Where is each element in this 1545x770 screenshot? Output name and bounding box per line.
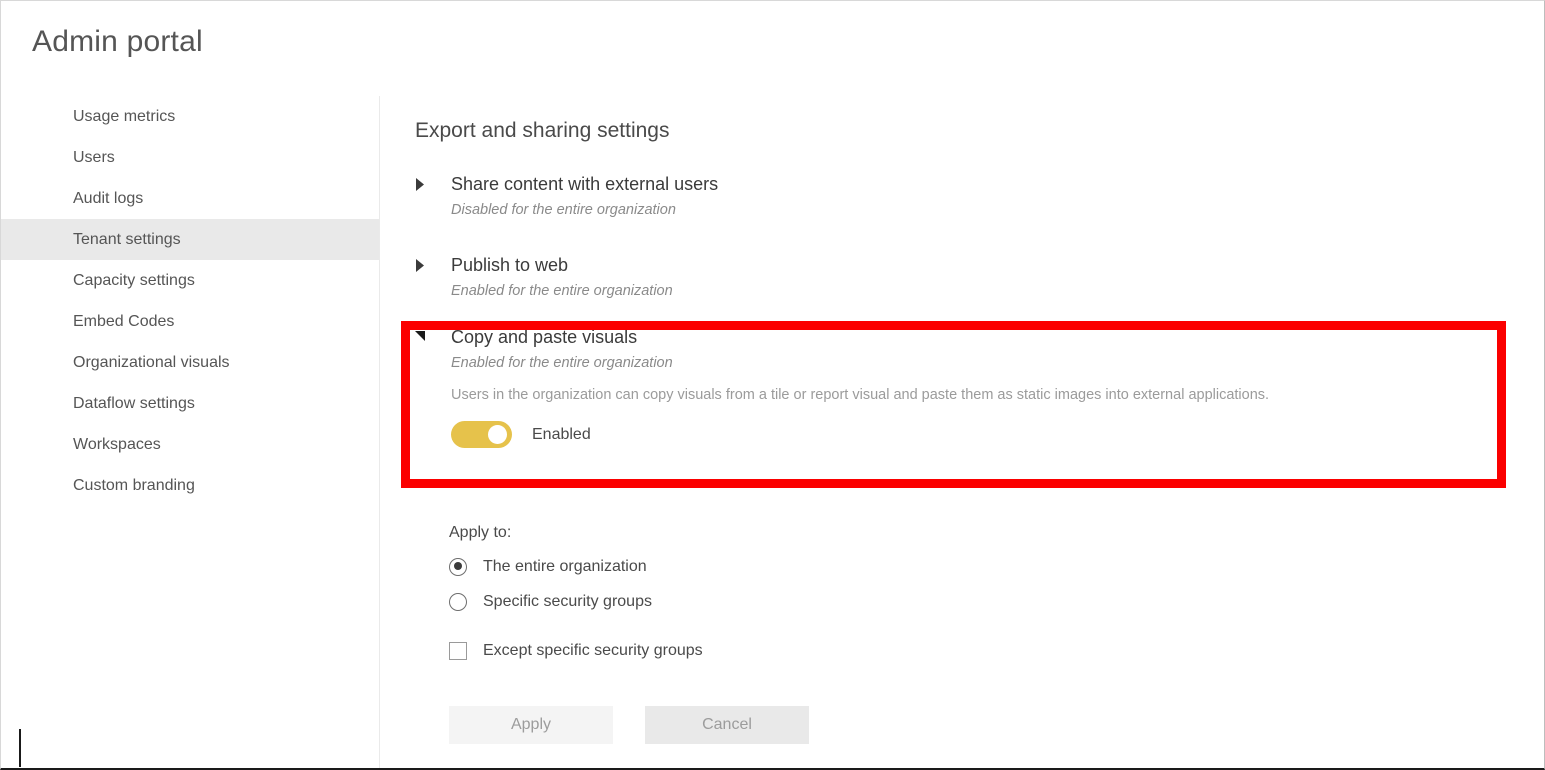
toggle-label: Enabled	[532, 425, 591, 443]
checkbox-except-specific-security-groups[interactable]: Except specific security groups	[449, 636, 703, 665]
setting-share-content-with-external-users: Share content with external users Disabl…	[415, 172, 718, 220]
sidebar-item-organizational-visuals[interactable]: Organizational visuals	[1, 342, 379, 383]
checkbox-unchecked-icon[interactable]	[449, 641, 467, 660]
sidebar-item-users[interactable]: Users	[1, 137, 379, 178]
chevron-down-icon[interactable]	[415, 331, 429, 343]
section-title: Export and sharing settings	[415, 119, 670, 142]
sidebar-item-label: Users	[73, 148, 115, 166]
setting-header[interactable]: Copy and paste visuals Enabled for the e…	[415, 325, 1269, 373]
radio-option-entire-organization[interactable]: The entire organization	[449, 552, 703, 581]
sidebar-item-embed-codes[interactable]: Embed Codes	[1, 301, 379, 342]
sidebar-item-capacity-settings[interactable]: Capacity settings	[1, 260, 379, 301]
sidebar-item-label: Tenant settings	[73, 230, 181, 248]
setting-name: Publish to web	[451, 255, 569, 275]
toggle-knob	[488, 425, 507, 444]
sidebar-item-tenant-settings[interactable]: Tenant settings	[1, 219, 379, 260]
setting-description: Users in the organization can copy visua…	[451, 387, 1270, 403]
sidebar-item-label: Capacity settings	[73, 271, 195, 289]
admin-portal-page: Admin portal Usage metrics Users Audit l…	[0, 0, 1545, 770]
sidebar-item-label: Custom branding	[73, 476, 195, 494]
page-title: Admin portal	[32, 25, 203, 58]
sidebar-nav: Usage metrics Users Audit logs Tenant se…	[1, 96, 380, 768]
apply-button[interactable]: Apply	[449, 706, 613, 744]
copy-paste-toggle-row: Enabled	[451, 421, 1269, 448]
setting-header[interactable]: Share content with external users Disabl…	[415, 172, 718, 220]
sidebar-item-label: Usage metrics	[73, 107, 176, 125]
radio-label: Specific security groups	[483, 592, 652, 610]
chevron-right-icon[interactable]	[415, 178, 429, 191]
chevron-right-icon[interactable]	[415, 259, 429, 272]
setting-copy-and-paste-visuals: Copy and paste visuals Enabled for the e…	[415, 325, 1269, 448]
radio-option-specific-security-groups[interactable]: Specific security groups	[449, 587, 703, 616]
radio-unselected-icon[interactable]	[449, 592, 467, 611]
form-actions: Apply Cancel	[449, 706, 809, 744]
apply-to-group: Apply to: The entire organization Specif…	[449, 524, 703, 671]
setting-state: Enabled for the entire organization	[451, 355, 673, 371]
sidebar-item-label: Dataflow settings	[73, 394, 195, 412]
apply-to-label: Apply to:	[449, 524, 512, 541]
text-caret-mark	[19, 729, 21, 767]
sidebar-item-label: Embed Codes	[73, 312, 175, 330]
radio-selected-icon[interactable]	[449, 557, 467, 576]
sidebar-item-dataflow-settings[interactable]: Dataflow settings	[1, 383, 379, 424]
sidebar-item-label: Organizational visuals	[73, 353, 230, 371]
cancel-button[interactable]: Cancel	[645, 706, 809, 744]
setting-header[interactable]: Publish to web Enabled for the entire or…	[415, 253, 673, 301]
copy-paste-toggle[interactable]	[451, 421, 512, 448]
sidebar-item-usage-metrics[interactable]: Usage metrics	[1, 96, 379, 137]
sidebar-item-custom-branding[interactable]: Custom branding	[1, 465, 379, 506]
main-content: Export and sharing settings Share conten…	[381, 96, 1544, 768]
setting-state: Disabled for the entire organization	[451, 202, 676, 218]
setting-name: Share content with external users	[451, 174, 719, 194]
setting-state: Enabled for the entire organization	[451, 283, 673, 299]
setting-name: Copy and paste visuals	[451, 327, 638, 347]
sidebar-item-workspaces[interactable]: Workspaces	[1, 424, 379, 465]
radio-label: The entire organization	[483, 557, 647, 575]
setting-publish-to-web: Publish to web Enabled for the entire or…	[415, 253, 673, 301]
checkbox-label: Except specific security groups	[483, 641, 703, 659]
sidebar-item-label: Audit logs	[73, 189, 144, 207]
sidebar-item-audit-logs[interactable]: Audit logs	[1, 178, 379, 219]
sidebar-item-label: Workspaces	[73, 435, 161, 453]
